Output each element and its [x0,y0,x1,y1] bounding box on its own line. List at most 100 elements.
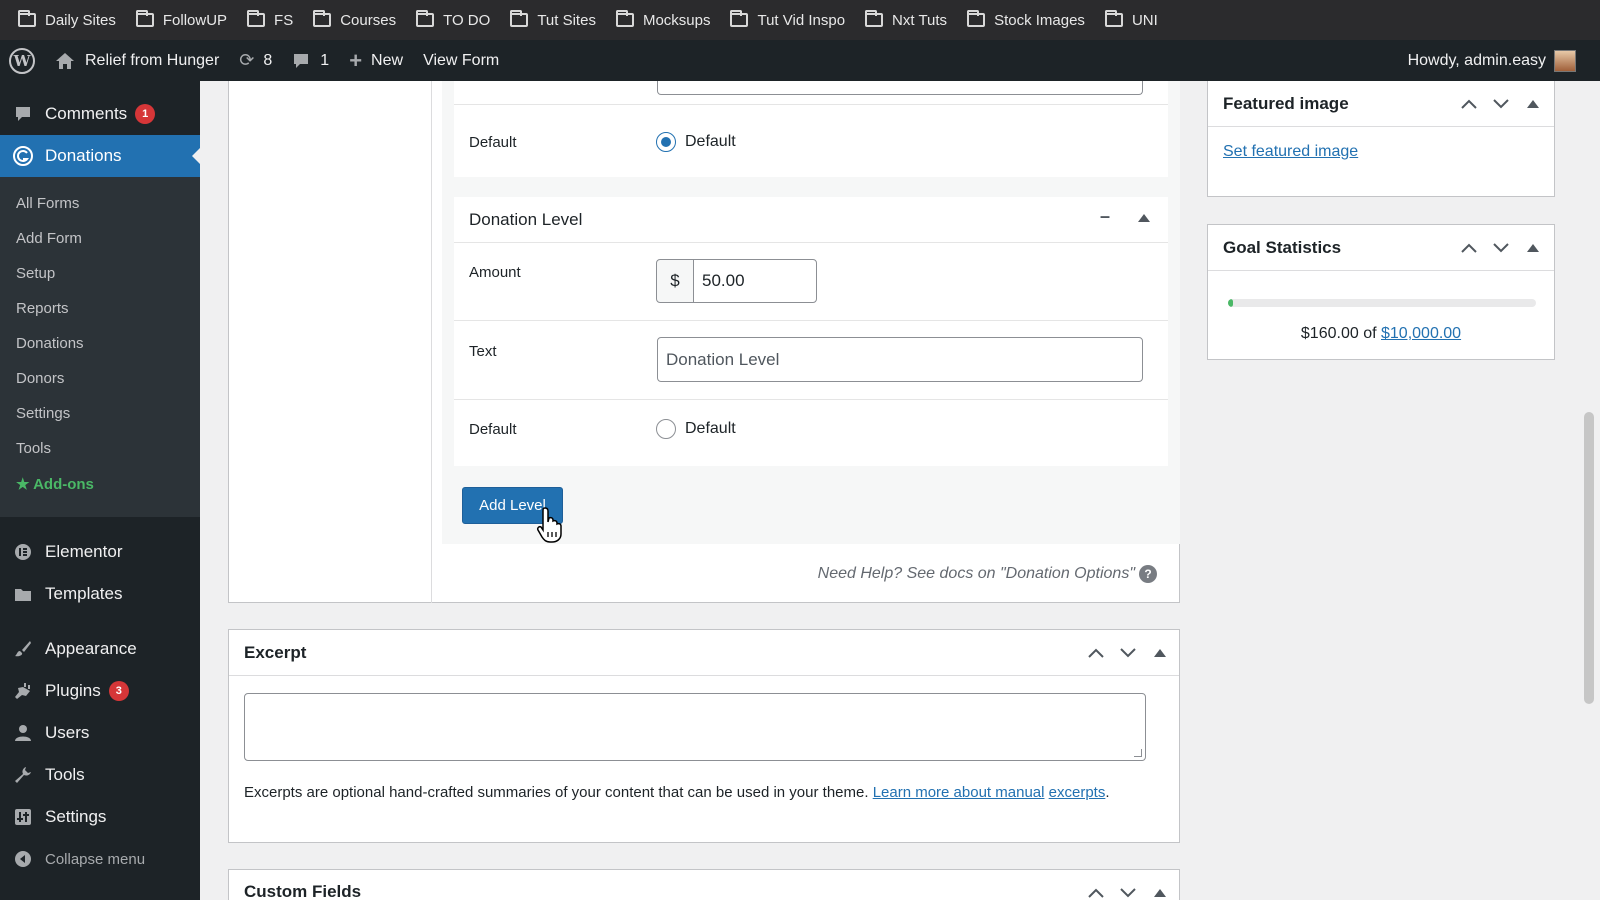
toggle-panel-icon[interactable] [1151,884,1169,900]
bookmark-mocksups[interactable]: Mocksups [615,10,710,29]
view-form-link[interactable]: View Form [423,52,499,70]
level-text-input[interactable]: Donation Level [657,337,1143,382]
learn-more-link[interactable]: Learn more about manual [873,784,1045,801]
bookmark-nxt-tuts[interactable]: Nxt Tuts [865,10,947,29]
sidebar-item-templates[interactable]: Templates [0,573,200,615]
toggle-panel-icon[interactable] [1151,644,1169,662]
sidebar-item-comments[interactable]: Comments 1 [0,93,200,135]
goal-progress-bar [1228,299,1536,307]
collapse-menu-button[interactable]: Collapse menu [0,838,200,880]
sidebar-item-users[interactable]: Users [0,712,200,754]
wordpress-logo-icon[interactable]: W [9,47,35,74]
submenu-tools[interactable]: Tools [16,440,51,457]
folder-icon [967,10,986,27]
custom-fields-header: Custom Fields [229,870,1179,900]
site-name: Relief from Hunger [85,51,220,69]
previous-text-input[interactable] [657,81,1143,95]
resize-handle-icon[interactable] [1134,749,1142,757]
submenu-settings[interactable]: Settings [16,405,70,422]
bookmark-todo[interactable]: TO DO [416,10,491,29]
sidebar-item-appearance[interactable]: Appearance [0,628,200,670]
sidebar-item-label: Appearance [45,639,137,658]
updates-link[interactable]: ⟳ 8 [239,50,272,71]
toggle-panel-icon[interactable] [1524,239,1542,257]
folder-icon [313,10,332,27]
donation-level-block [454,197,1168,466]
sidebar-item-label: Templates [45,584,123,603]
updates-count: 8 [263,51,273,69]
move-up-icon[interactable] [1460,95,1478,113]
move-down-icon[interactable] [1119,644,1137,662]
period: . [1105,784,1110,801]
panel-divider [431,81,432,603]
default-radio-checked[interactable] [656,132,676,152]
bookmark-tut-vid-inspo[interactable]: Tut Vid Inspo [730,10,845,29]
excerpt-textarea[interactable] [244,693,1146,761]
amount-input[interactable]: 50.00 [693,259,817,303]
learn-more-link-cont[interactable]: excerpts [1049,784,1106,801]
avatar [1554,49,1576,72]
custom-fields-box: Custom Fields [228,869,1180,900]
admin-sidebar: Comments 1 Donations All Forms Add Form … [0,81,200,900]
submenu-setup[interactable]: Setup [16,265,55,282]
submenu-addons[interactable]: ★ Add-ons [16,475,94,493]
page-scrollbar[interactable] [1584,412,1594,704]
submenu-donors[interactable]: Donors [16,370,64,387]
help-text: Need Help? See docs on "Donation Options… [818,565,1157,583]
goal-amount-link[interactable]: $10,000.00 [1381,325,1461,342]
site-name-link[interactable]: Relief from Hunger [55,52,219,70]
move-down-icon[interactable] [1492,239,1510,257]
row-separator [454,242,1168,243]
sidebar-item-elementor[interactable]: Elementor [0,531,200,573]
help-docs-text[interactable]: Need Help? See docs on "Donation Options… [818,565,1135,583]
sidebar-item-settings[interactable]: Settings [0,796,200,838]
account-menu[interactable]: Howdy, admin.easy [1408,40,1576,81]
submenu-donations[interactable]: Donations [16,335,84,352]
bookmark-uni[interactable]: UNI [1104,10,1158,29]
help-icon[interactable]: ? [1139,565,1157,583]
move-up-icon[interactable] [1087,644,1105,662]
default-radio[interactable] [656,419,676,439]
sidebar-item-label: Elementor [45,542,123,561]
bookmark-tut-sites[interactable]: Tut Sites [510,10,596,29]
bookmark-label: TO DO [443,11,491,29]
toggle-level-icon[interactable] [1138,214,1150,222]
row-separator [454,320,1168,321]
bookmark-fs[interactable]: FS [247,10,293,29]
row-separator [454,399,1168,400]
folder-icon [865,10,884,27]
bookmark-followup[interactable]: FollowUP [135,10,227,29]
set-featured-image-link[interactable]: Set featured image [1223,143,1358,161]
bookmark-label: Stock Images [994,11,1085,29]
new-content-link[interactable]: + New [349,48,403,74]
excerpt-title: Excerpt [244,642,307,662]
toggle-panel-icon[interactable] [1524,95,1542,113]
move-down-icon[interactable] [1492,95,1510,113]
raised-amount: $160.00 [1300,325,1359,342]
sidebar-item-plugins[interactable]: Plugins 3 [0,670,200,712]
custom-fields-title: Custom Fields [244,882,362,900]
move-up-icon[interactable] [1460,239,1478,257]
bookmark-daily-sites[interactable]: Daily Sites [18,10,116,29]
sidebar-item-tools[interactable]: Tools [0,754,200,796]
howdy-text: Howdy, admin.easy [1407,51,1546,69]
elementor-icon [13,542,33,562]
featured-image-header: Featured image [1208,81,1554,127]
submenu-reports[interactable]: Reports [16,300,69,317]
box-controls [1460,81,1542,127]
user-icon [13,723,33,743]
submenu-add-form[interactable]: Add Form [16,230,82,247]
move-up-icon[interactable] [1087,884,1105,900]
remove-level-icon[interactable]: – [1100,206,1110,227]
box-controls [1087,630,1169,676]
collapse-arrow-icon [13,849,33,869]
comments-link[interactable]: 1 [292,52,329,70]
bookmark-courses[interactable]: Courses [313,10,396,29]
view-form-label: View Form [423,51,500,69]
donation-level-title: Donation Level [469,210,583,229]
move-down-icon[interactable] [1119,884,1137,900]
bookmark-label: Daily Sites [45,11,116,29]
submenu-all-forms[interactable]: All Forms [16,195,79,212]
sidebar-item-donations[interactable]: Donations [0,135,200,177]
bookmark-stock-images[interactable]: Stock Images [967,10,1085,29]
